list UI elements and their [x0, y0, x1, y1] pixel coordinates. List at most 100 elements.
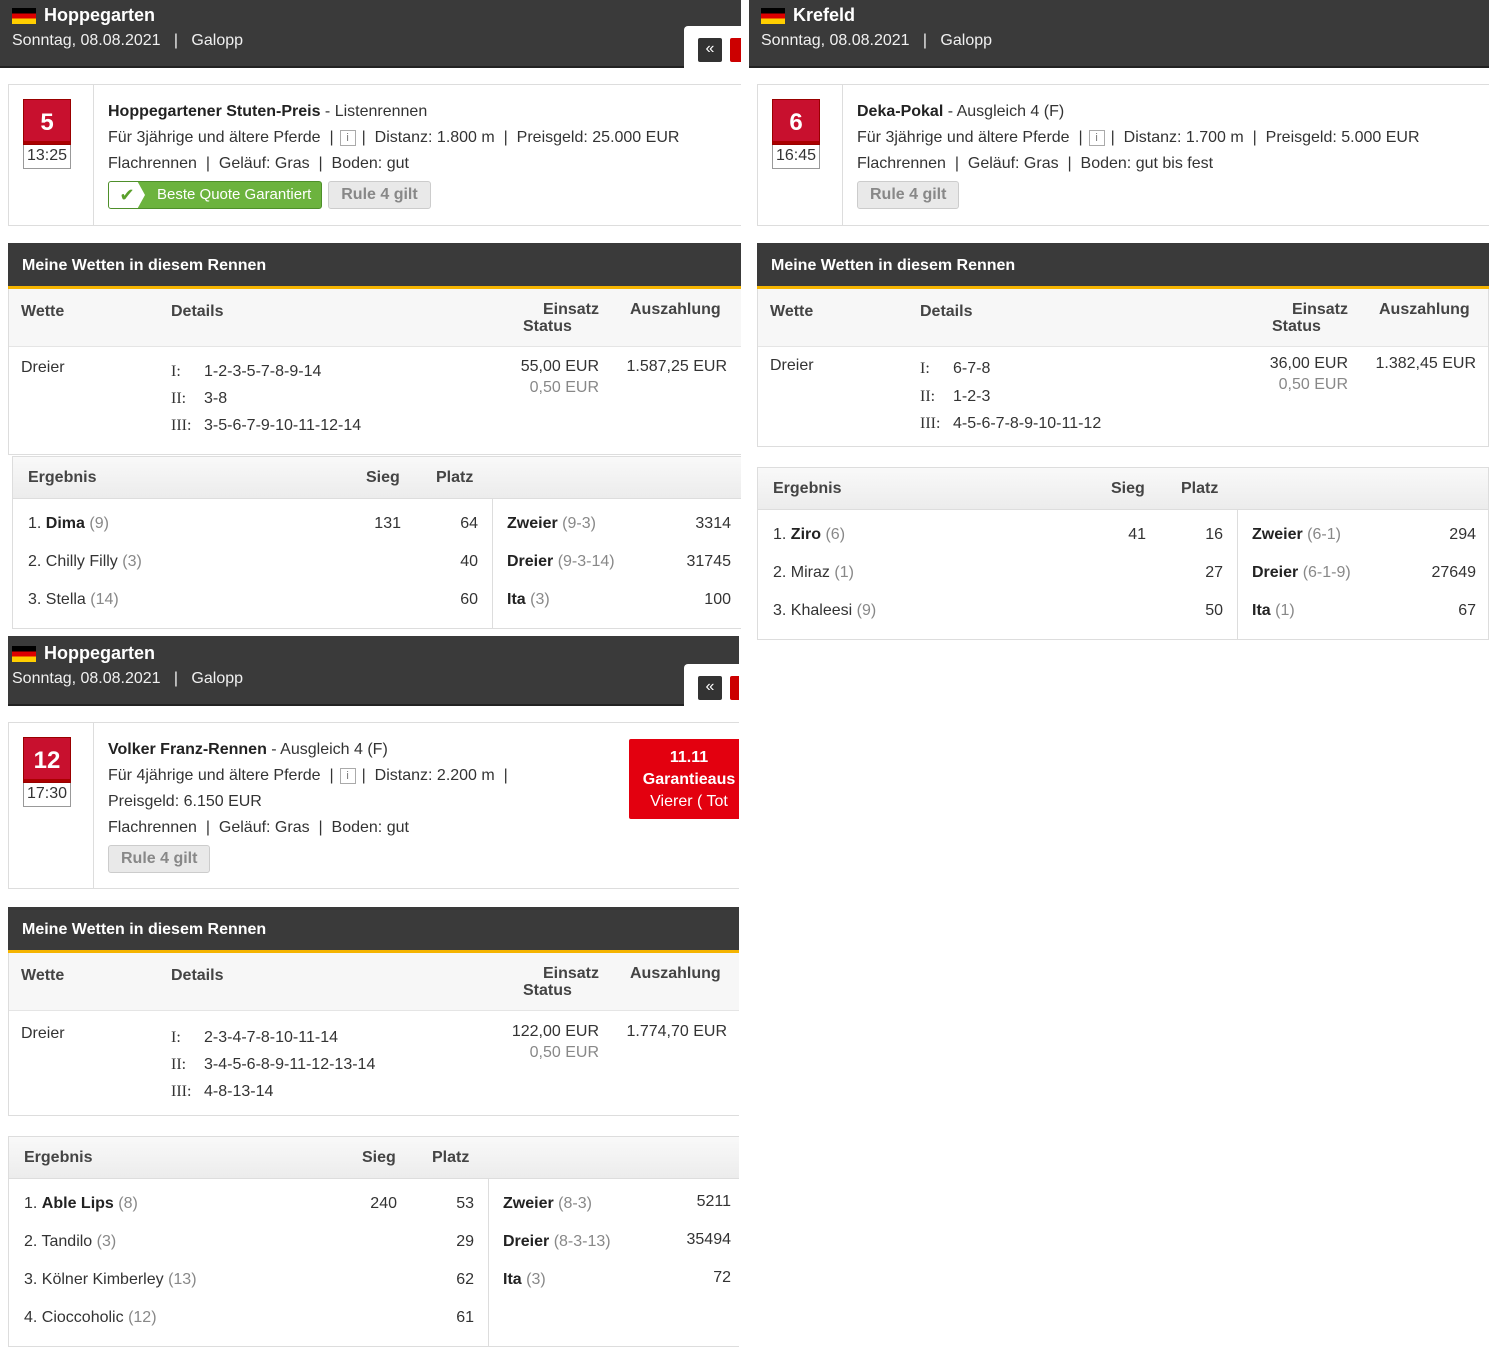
race-date: Sonntag, 08.08.2021 [761, 32, 910, 49]
win-odds: 41 [1128, 526, 1146, 543]
race-panel-krefeld-6: Krefeld Sonntag, 08.08.2021 | Galopp 6 1… [749, 0, 1489, 642]
race-prize: Preisgeld: 6.150 EUR [108, 793, 262, 810]
col-result: Ergebnis [773, 480, 842, 497]
rule4-badge[interactable]: Rule 4 gilt [328, 181, 431, 209]
race-type: Flachrennen [108, 155, 197, 172]
race-time: 13:25 [23, 145, 71, 169]
place-odds: 40 [460, 553, 478, 570]
col-stake: Einsatz [1291, 301, 1348, 318]
bet-row: Dreier I: 1-2-3-5-7-8-9-14 II: 3-8 III: … [9, 347, 741, 453]
previous-race-button[interactable]: « [698, 38, 722, 62]
race-type: Flachrennen [857, 155, 946, 172]
race-going: Boden: gut [331, 155, 409, 172]
leg-value: 1-2-3 [953, 388, 991, 405]
col-status: Status [1272, 318, 1321, 335]
col-bet: Wette [21, 303, 65, 320]
bet-row: Dreier I: 6-7-8 II: 1-2-3 III: 4-5-6-7-8… [758, 347, 1488, 445]
runner-row: 1. Ziro (6) [773, 526, 846, 543]
guarantee-banner[interactable]: 11.11 Garantieaus Vierer ( Tot [629, 739, 739, 819]
bet-status: 0,50 EUR [1278, 376, 1348, 393]
col-status: Status [523, 318, 572, 335]
runner-name: Dima [45, 515, 85, 532]
race-title: Deka-Pokal [857, 103, 944, 120]
previous-race-button[interactable]: « [698, 676, 722, 700]
my-bets-title: Meine Wetten in diesem Rennen [8, 907, 739, 953]
leg-label: I: [171, 363, 181, 380]
col-place: Platz [436, 469, 474, 486]
race-card: 6 16:45 Deka-Pokal - Ausgleich 4 (F) Für… [757, 84, 1489, 226]
col-status: Status [523, 982, 572, 999]
col-result: Ergebnis [28, 469, 97, 486]
runner-name: Khaleesi [790, 602, 853, 619]
discipline: Galopp [191, 670, 244, 687]
leg-label: III: [171, 417, 192, 434]
leg-value: 1-2-3-5-7-8-9-14 [204, 363, 322, 380]
next-race-button[interactable] [730, 38, 741, 62]
exotic-row: Zweier (8-3) [503, 1195, 592, 1212]
race-number: 12 [23, 737, 71, 783]
race-category: - Ausgleich 4 (F) [943, 103, 1065, 120]
leg-value: 3-8 [204, 390, 228, 407]
runner-name: Miraz [790, 564, 830, 581]
col-stake: Einsatz [542, 301, 599, 318]
exotic-value: 27649 [1431, 564, 1477, 581]
race-number: 6 [772, 99, 820, 145]
exotic-value: 5211 [696, 1193, 731, 1210]
bet-payout: 1.587,25 EUR [626, 358, 727, 375]
race-card: 5 13:25 Hoppegartener Stuten-Preis - Lis… [8, 84, 741, 226]
exotic-row: Zweier (9-3) [507, 515, 596, 532]
race-badge: 5 13:25 [23, 99, 71, 169]
info-icon[interactable]: i [339, 129, 356, 146]
bet-stake: 122,00 EUR [511, 1023, 599, 1040]
runner-name: Able Lips [41, 1195, 114, 1212]
bets-table-header: Wette Details Einsatz Status Auszahlung [758, 289, 1488, 347]
info-icon[interactable]: i [1088, 129, 1105, 146]
col-place: Platz [1181, 480, 1219, 497]
runner-row: 3. Khaleesi (9) [773, 602, 877, 619]
separator: | [173, 32, 179, 49]
exotic-value: 35494 [686, 1231, 732, 1248]
leg-label: I: [171, 1029, 181, 1046]
race-age: Für 3jährige und ältere Pferde [857, 129, 1070, 146]
race-going: Boden: gut bis fest [1080, 155, 1214, 172]
place-odds: 50 [1205, 602, 1223, 619]
my-bets-section: Meine Wetten in diesem Rennen Wette Deta… [8, 907, 739, 1116]
exotic-value: 100 [704, 591, 731, 608]
next-race-button[interactable] [730, 676, 739, 700]
runner-row: 3. Stella (14) [28, 591, 119, 608]
exotic-value: 294 [1449, 526, 1476, 543]
runner-name: Tandilo [41, 1233, 93, 1250]
col-details: Details [920, 303, 973, 320]
leg-value: 3-4-5-6-8-9-11-12-13-14 [204, 1056, 376, 1073]
col-bet: Wette [770, 303, 814, 320]
race-date: Sonntag, 08.08.2021 [12, 670, 161, 687]
race-time: 16:45 [772, 145, 820, 169]
race-card: 12 17:30 Volker Franz-Rennen - Ausgleich… [8, 722, 739, 889]
place-odds: 29 [456, 1233, 474, 1250]
best-odds-guaranteed-badge[interactable]: ✔ Beste Quote Garantiert [108, 181, 323, 209]
race-title: Hoppegartener Stuten-Preis [108, 103, 321, 120]
place-odds: 53 [456, 1195, 474, 1212]
venue-name: Krefeld [793, 5, 856, 25]
exotic-row: Ita (3) [507, 591, 550, 608]
runner-row: 1. Able Lips (8) [24, 1195, 138, 1212]
race-title: Volker Franz-Rennen [108, 741, 267, 758]
rule4-badge[interactable]: Rule 4 gilt [857, 181, 960, 209]
place-odds: 16 [1205, 526, 1223, 543]
col-details: Details [171, 303, 224, 320]
runner-row: 2. Tandilo (3) [24, 1233, 117, 1250]
col-payout: Auszahlung [1379, 301, 1470, 318]
info-icon[interactable]: i [339, 767, 356, 784]
my-bets-section: Meine Wetten in diesem Rennen Wette Deta… [8, 243, 741, 455]
runner-name: Chilly Filly [45, 553, 118, 570]
bet-payout: 1.774,70 EUR [626, 1023, 727, 1040]
exotic-value: 3314 [695, 515, 731, 532]
race-age: Für 3jährige und ältere Pferde [108, 129, 321, 146]
race-distance: Distanz: 1.700 m [1123, 129, 1244, 146]
bet-status: 0,50 EUR [529, 1044, 599, 1061]
runner-name: Ziro [790, 526, 822, 543]
rule4-badge[interactable]: Rule 4 gilt [108, 845, 211, 873]
race-going: Boden: gut [331, 819, 409, 836]
bet-status: 0,50 EUR [529, 379, 599, 396]
race-number: 5 [23, 99, 71, 145]
